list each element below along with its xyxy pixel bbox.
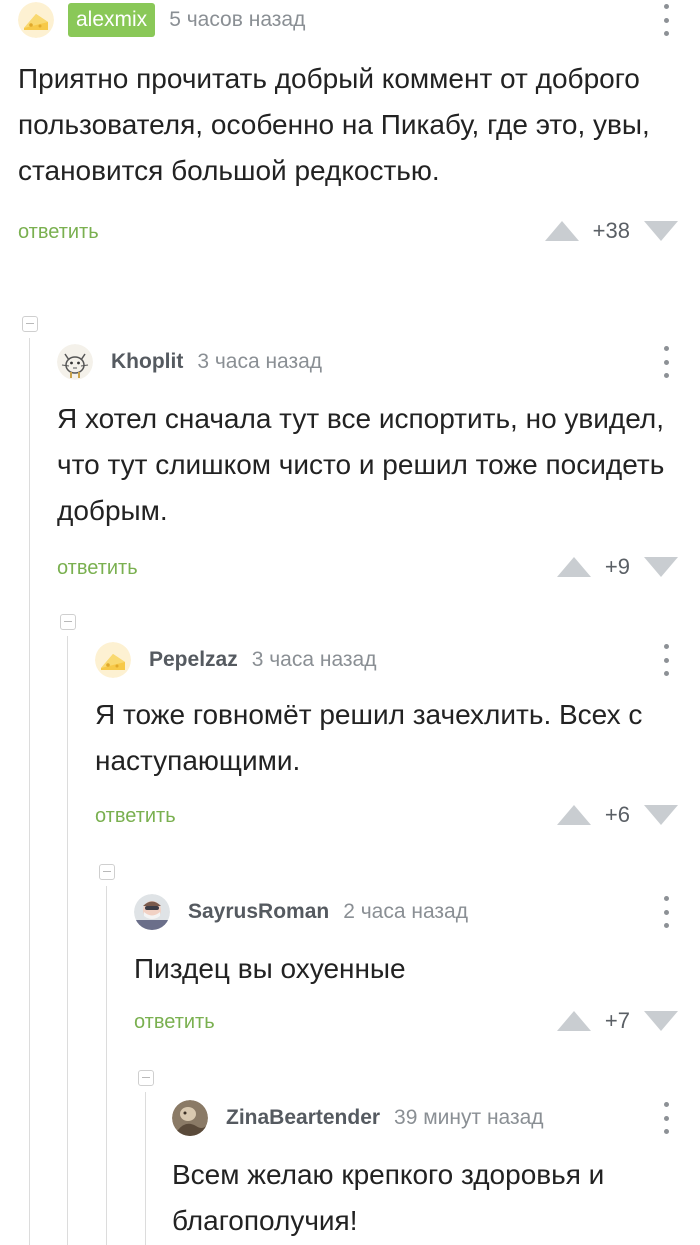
more-options-icon[interactable] bbox=[654, 4, 678, 36]
upvote-icon[interactable] bbox=[556, 805, 591, 825]
timestamp[interactable]: 3 часа назад bbox=[252, 648, 377, 672]
comment-text: Я хотел сначала тут все испортить, но ув… bbox=[57, 403, 665, 526]
photo-avatar-icon[interactable] bbox=[172, 1100, 208, 1136]
username[interactable]: ZinaBeartender bbox=[226, 1106, 380, 1130]
downvote-icon[interactable] bbox=[644, 805, 678, 825]
more-options-icon[interactable] bbox=[654, 896, 678, 928]
comment-text: Всем желаю крепкого здоровья и благополу… bbox=[172, 1159, 605, 1236]
score: +38 bbox=[592, 218, 630, 243]
thread-line bbox=[29, 338, 30, 1245]
thread-line bbox=[145, 1092, 146, 1245]
comment-footer: ответить +38 bbox=[18, 212, 678, 252]
comment-footer: ответить +6 bbox=[95, 796, 678, 836]
timestamp[interactable]: 39 минут назад bbox=[394, 1106, 544, 1130]
thread-line bbox=[106, 886, 107, 1245]
collapse-toggle[interactable] bbox=[60, 614, 76, 630]
upvote-icon[interactable] bbox=[556, 557, 591, 577]
cheese-icon[interactable] bbox=[18, 2, 54, 38]
comment: alexmix 5 часов назад Приятно прочитать … bbox=[18, 0, 678, 252]
thread-line bbox=[67, 636, 68, 1245]
comment: Khoplit 3 часа назад Я хотел сначала тут… bbox=[57, 342, 678, 588]
cheese-icon[interactable] bbox=[95, 642, 131, 678]
comment-footer: ответить +7 bbox=[134, 1002, 678, 1042]
username[interactable]: Pepelzaz bbox=[149, 648, 238, 672]
more-options-icon[interactable] bbox=[654, 346, 678, 378]
score: +9 bbox=[604, 554, 630, 579]
rating: +9 bbox=[556, 554, 678, 580]
upvote-icon[interactable] bbox=[556, 1011, 591, 1031]
reply-link[interactable]: ответить bbox=[57, 557, 138, 580]
reply-link[interactable]: ответить bbox=[95, 805, 176, 828]
rating: +38 bbox=[544, 218, 678, 244]
reply-link[interactable]: ответить bbox=[134, 1011, 215, 1034]
downvote-icon[interactable] bbox=[644, 1011, 678, 1031]
upvote-icon[interactable] bbox=[544, 221, 579, 241]
rating: +6 bbox=[556, 802, 678, 828]
more-options-icon[interactable] bbox=[654, 1102, 678, 1134]
comment: ZinaBeartender 39 минут назад Всем желаю… bbox=[172, 1098, 678, 1244]
comment-text: Пиздец вы охуенные bbox=[134, 953, 406, 984]
collapse-toggle[interactable] bbox=[99, 864, 115, 880]
timestamp[interactable]: 3 часа назад bbox=[197, 350, 322, 374]
downvote-icon[interactable] bbox=[644, 221, 678, 241]
score: +6 bbox=[604, 802, 630, 827]
comment-footer: ответить +9 bbox=[57, 548, 678, 588]
collapse-toggle[interactable] bbox=[138, 1070, 154, 1086]
comment-header: ZinaBeartender 39 минут назад bbox=[172, 1098, 678, 1138]
masked-person-icon[interactable] bbox=[134, 894, 170, 930]
more-options-icon[interactable] bbox=[654, 644, 678, 676]
comment-header: SayrusRoman 2 часа назад bbox=[134, 892, 678, 932]
username[interactable]: alexmix bbox=[68, 3, 156, 37]
cat-sketch-icon[interactable] bbox=[57, 344, 93, 380]
timestamp[interactable]: 5 часов назад bbox=[169, 8, 305, 32]
comment-text: Приятно прочитать добрый коммент от добр… bbox=[18, 63, 650, 186]
comment-header: Pepelzaz 3 часа назад bbox=[95, 640, 678, 680]
collapse-toggle[interactable] bbox=[22, 316, 38, 332]
comment-text: Я тоже говномёт решил зачехлить. Всех с … bbox=[95, 699, 643, 776]
username[interactable]: SayrusRoman bbox=[188, 900, 329, 924]
comment: Pepelzaz 3 часа назад Я тоже говномёт ре… bbox=[95, 640, 678, 836]
username[interactable]: Khoplit bbox=[111, 350, 183, 374]
rating: +7 bbox=[556, 1008, 678, 1034]
timestamp[interactable]: 2 часа назад bbox=[343, 900, 468, 924]
downvote-icon[interactable] bbox=[644, 557, 678, 577]
comment: SayrusRoman 2 часа назад Пиздец вы охуен… bbox=[134, 892, 678, 1042]
comment-header: alexmix 5 часов назад bbox=[18, 0, 678, 40]
score: +7 bbox=[604, 1008, 630, 1033]
reply-link[interactable]: ответить bbox=[18, 221, 99, 244]
comment-header: Khoplit 3 часа назад bbox=[57, 342, 678, 382]
